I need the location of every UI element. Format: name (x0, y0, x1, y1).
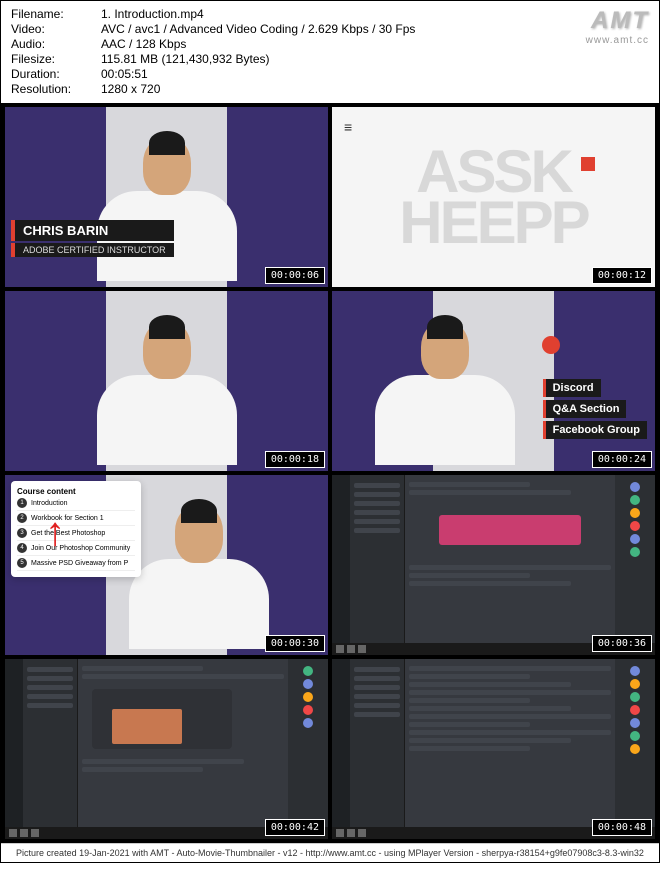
thumbnail-5: Course content 1Introduction 2Workbook f… (5, 475, 328, 655)
discord-chat (405, 475, 615, 655)
thumbnail-7: 00:00:42 (5, 659, 328, 839)
duration-label: Duration: (11, 67, 101, 81)
callout-item: Facebook Group (543, 421, 647, 439)
discord-member-list (288, 659, 328, 839)
presenter-title: ADOBE CERTIFIED INSTRUCTOR (11, 243, 174, 257)
video-label: Video: (11, 22, 101, 36)
accent-square-icon (581, 157, 595, 171)
timestamp: 00:00:42 (265, 819, 325, 836)
discord-server-bar (5, 659, 23, 839)
audio-label: Audio: (11, 37, 101, 51)
timestamp: 00:00:48 (592, 819, 652, 836)
timestamp: 00:00:36 (592, 635, 652, 652)
discord-server-bar (332, 659, 350, 839)
discord-channel-list (23, 659, 78, 839)
popup-item: Get the Best Photoshop (31, 530, 105, 537)
filename-label: Filename: (11, 7, 101, 21)
duration-value: 00:05:51 (101, 67, 148, 81)
filename-value: 1. Introduction.mp4 (101, 7, 204, 21)
presenter-name: CHRIS BARIN (11, 220, 174, 241)
logo-text: AMT (586, 7, 649, 35)
play-circle-icon (542, 336, 560, 354)
thumbnail-6: 00:00:36 (332, 475, 655, 655)
timestamp: 00:00:12 (592, 267, 652, 284)
discord-member-list (615, 659, 655, 839)
callout-item: Q&A Section (543, 400, 627, 418)
discord-channel-list (350, 475, 405, 655)
popup-title: Course content (17, 487, 135, 496)
thumbnail-sheet: Filename:1. Introduction.mp4 Video:AVC /… (0, 0, 660, 863)
bg-text-bottom: HEEPP (399, 197, 587, 248)
discord-embed (439, 515, 581, 545)
metadata-panel: Filename:1. Introduction.mp4 Video:AVC /… (1, 1, 659, 103)
arrow-up-icon: ↑ (45, 510, 65, 555)
resolution-label: Resolution: (11, 82, 101, 96)
discord-server-bar (332, 475, 350, 655)
logo-url: www.amt.cc (586, 35, 649, 46)
course-content-popup: Course content 1Introduction 2Workbook f… (11, 481, 141, 577)
discord-member-list (615, 475, 655, 655)
resolution-value: 1280 x 720 (101, 82, 160, 96)
video-value: AVC / avc1 / Advanced Video Coding / 2.6… (101, 22, 415, 36)
discord-channel-list (350, 659, 405, 839)
thumbnail-grid: CHRIS BARIN ADOBE CERTIFIED INSTRUCTOR 0… (1, 103, 659, 843)
thumbnail-8: 00:00:48 (332, 659, 655, 839)
thumbnail-4: Discord Q&A Section Facebook Group 00:00… (332, 291, 655, 471)
popup-item: Massive PSD Giveaway from P (31, 560, 128, 567)
discord-chat (78, 659, 288, 839)
timestamp: 00:00:24 (592, 451, 652, 468)
timestamp: 00:00:18 (265, 451, 325, 468)
callout-list: Discord Q&A Section Facebook Group (543, 378, 647, 441)
lower-third: CHRIS BARIN ADOBE CERTIFIED INSTRUCTOR (11, 220, 174, 257)
timestamp: 00:00:30 (265, 635, 325, 652)
discord-image-card (92, 689, 232, 749)
filesize-label: Filesize: (11, 52, 101, 66)
logo: AMT www.amt.cc (586, 7, 649, 46)
thumbnail-3: 00:00:18 (5, 291, 328, 471)
footer-credits: Picture created 19-Jan-2021 with AMT - A… (1, 843, 659, 862)
discord-chat (405, 659, 615, 839)
thumbnail-2: ≡ ASSK HEEPP 00:00:12 (332, 107, 655, 287)
thumbnail-1: CHRIS BARIN ADOBE CERTIFIED INSTRUCTOR 0… (5, 107, 328, 287)
hamburger-icon: ≡ (344, 119, 352, 135)
timestamp: 00:00:06 (265, 267, 325, 284)
filesize-value: 115.81 MB (121,430,932 Bytes) (101, 52, 270, 66)
popup-item: Workbook for Section 1 (31, 515, 104, 522)
callout-item: Discord (543, 379, 601, 397)
popup-item: Introduction (31, 500, 68, 507)
audio-value: AAC / 128 Kbps (101, 37, 186, 51)
